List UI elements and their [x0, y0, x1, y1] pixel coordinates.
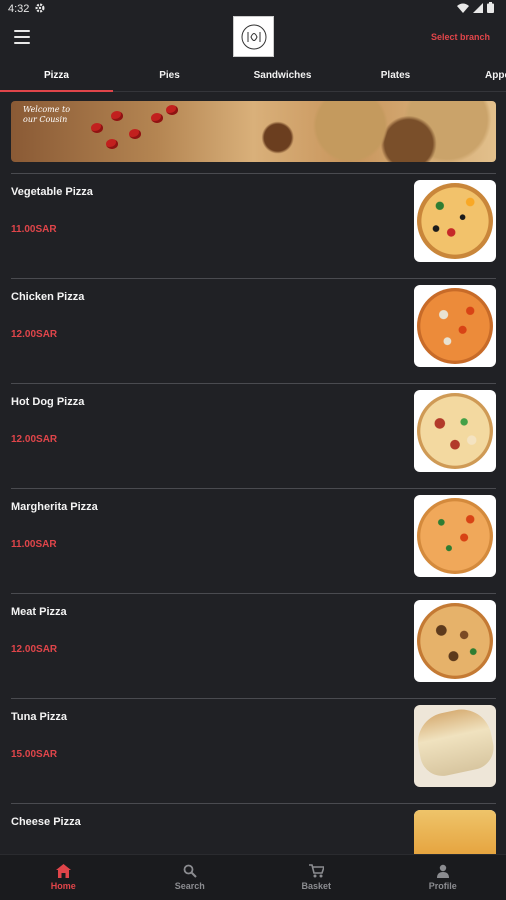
tab-pizza[interactable]: Pizza — [0, 60, 113, 91]
nav-search-label: Search — [174, 881, 205, 891]
promo-banner[interactable]: Welcome to our Cousin — [11, 101, 496, 162]
banner-decoration — [151, 113, 163, 123]
item-image — [414, 390, 496, 472]
item-price: 15.00SAR — [11, 749, 58, 760]
menu-icon[interactable] — [14, 30, 30, 44]
cart-icon — [308, 864, 324, 878]
bottom-navigation: Home Search Basket Profile — [0, 854, 506, 900]
tab-pies[interactable]: Pies — [113, 60, 226, 91]
app-bar: Select branch — [0, 16, 506, 60]
menu-item[interactable]: Tuna Pizza 15.00SAR — [11, 699, 496, 803]
menu-item[interactable]: Hot Dog Pizza 12.00SAR — [11, 384, 496, 488]
item-name: Tuna Pizza — [11, 711, 68, 723]
item-price: 12.00SAR — [11, 329, 58, 340]
nav-profile-label: Profile — [428, 881, 457, 891]
category-tabs: Pizza Pies Sandwiches Plates Appe — [0, 60, 506, 92]
item-image — [414, 705, 496, 787]
battery-icon — [487, 2, 494, 16]
menu-item[interactable]: Chicken Pizza 12.00SAR — [11, 279, 496, 383]
item-image — [414, 600, 496, 682]
banner-decoration — [91, 123, 103, 133]
search-icon — [182, 864, 198, 878]
item-price: 12.00SAR — [11, 434, 58, 445]
status-time: 4:32 — [8, 3, 30, 15]
nav-profile[interactable]: Profile — [380, 855, 506, 900]
banner-decoration — [166, 105, 178, 115]
menu-item[interactable]: Meat Pizza 12.00SAR — [11, 594, 496, 698]
banner-text: Welcome to our Cousin — [23, 105, 71, 124]
tab-plates[interactable]: Plates — [339, 60, 452, 91]
nav-search[interactable]: Search — [127, 855, 254, 900]
menu-item[interactable]: Margherita Pizza 11.00SAR — [11, 489, 496, 593]
item-image — [414, 810, 496, 854]
home-icon — [55, 864, 71, 878]
nav-basket-label: Basket — [301, 881, 332, 891]
item-image — [414, 180, 496, 262]
nav-basket[interactable]: Basket — [253, 855, 380, 900]
restaurant-logo — [233, 16, 274, 57]
item-name: Margherita Pizza — [11, 501, 98, 513]
settings-icon — [35, 2, 45, 16]
banner-decoration — [129, 129, 141, 139]
item-name: Cheese Pizza — [11, 816, 81, 828]
item-name: Meat Pizza — [11, 606, 67, 618]
item-name: Chicken Pizza — [11, 291, 85, 303]
item-name: Vegetable Pizza — [11, 186, 93, 198]
item-image — [414, 495, 496, 577]
wifi-icon — [457, 3, 469, 16]
active-tab-indicator — [0, 90, 113, 92]
profile-icon — [435, 864, 451, 878]
item-price: 11.00SAR — [11, 224, 57, 235]
menu-item[interactable]: Vegetable Pizza 11.00SAR — [11, 174, 496, 278]
select-branch-button[interactable]: Select branch — [431, 32, 490, 42]
item-image — [414, 285, 496, 367]
banner-decoration — [106, 139, 118, 149]
item-price: 12.00SAR — [11, 644, 58, 655]
item-price: 11.00SAR — [11, 539, 57, 550]
banner-decoration — [111, 111, 123, 121]
item-name: Hot Dog Pizza — [11, 396, 85, 408]
signal-icon — [473, 2, 483, 16]
tab-appetizers[interactable]: Appe — [452, 60, 506, 91]
nav-home-label: Home — [50, 881, 76, 891]
tab-sandwiches[interactable]: Sandwiches — [226, 60, 339, 91]
menu-item[interactable]: Cheese Pizza — [11, 804, 496, 854]
nav-home[interactable]: Home — [0, 855, 127, 900]
